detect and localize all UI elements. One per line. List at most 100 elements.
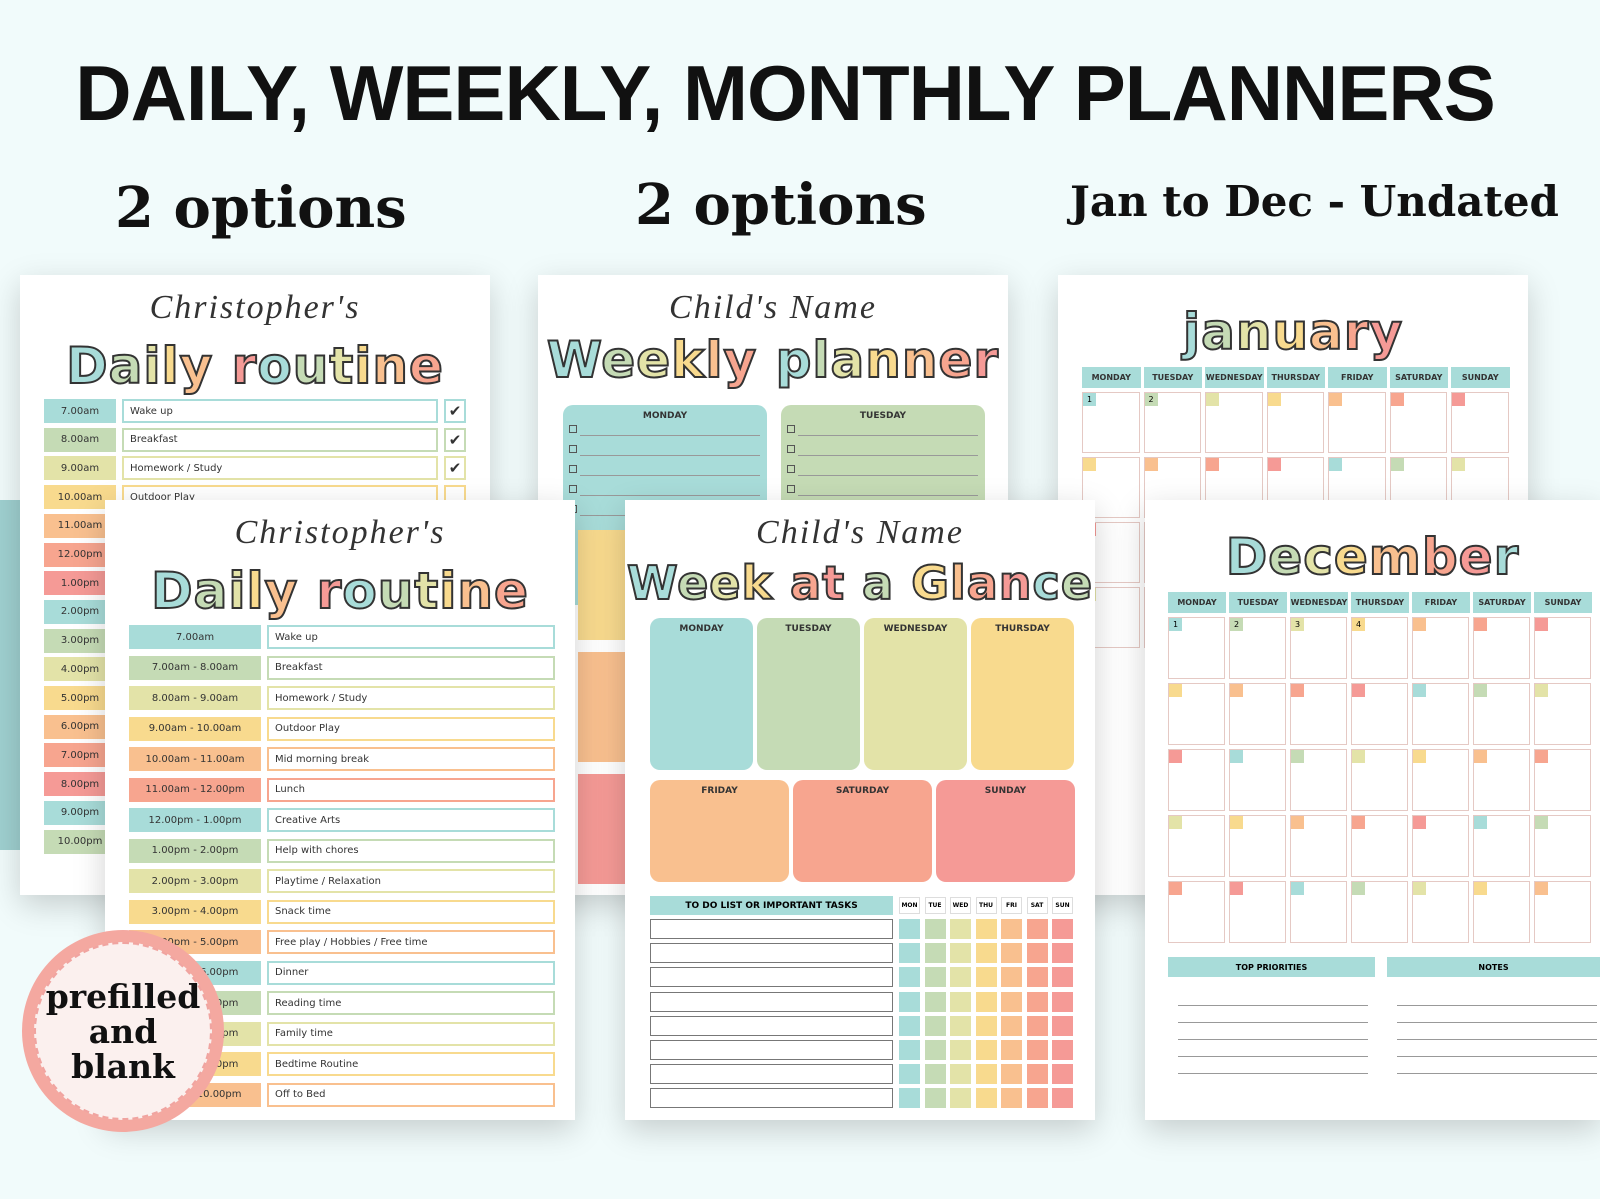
- habit-square[interactable]: [950, 1015, 971, 1036]
- day-cell[interactable]: [1534, 815, 1591, 877]
- day-cell[interactable]: [1266, 392, 1324, 453]
- habit-square[interactable]: [1052, 919, 1073, 939]
- habit-square[interactable]: [1026, 1088, 1048, 1109]
- habit-square[interactable]: [1052, 1088, 1073, 1109]
- habit-square[interactable]: [1001, 967, 1022, 988]
- habit-square[interactable]: [1052, 967, 1073, 988]
- habit-square[interactable]: [975, 991, 997, 1012]
- checkbox[interactable]: ✔: [444, 427, 466, 452]
- habit-square[interactable]: [950, 1040, 971, 1060]
- day-cell[interactable]: [1473, 749, 1530, 811]
- habit-square[interactable]: [1052, 1015, 1073, 1036]
- day-cell[interactable]: [1229, 749, 1286, 811]
- habit-square[interactable]: [899, 943, 920, 964]
- checkbox[interactable]: [569, 425, 577, 433]
- checkbox[interactable]: [787, 445, 795, 453]
- day-cell[interactable]: [1328, 392, 1386, 453]
- habit-square[interactable]: [950, 919, 971, 939]
- habit-square[interactable]: [1026, 967, 1048, 988]
- habit-square[interactable]: [1001, 1088, 1022, 1109]
- day-cell[interactable]: [1290, 815, 1347, 877]
- habit-square[interactable]: [1001, 943, 1022, 964]
- habit-square[interactable]: [899, 919, 920, 939]
- habit-square[interactable]: [1026, 1015, 1048, 1036]
- habit-square[interactable]: [924, 1064, 946, 1085]
- habit-square[interactable]: [975, 919, 997, 939]
- habit-square[interactable]: [899, 1015, 920, 1036]
- habit-square[interactable]: [1026, 943, 1048, 964]
- habit-square[interactable]: [1026, 991, 1048, 1012]
- day-cell[interactable]: [1229, 683, 1286, 745]
- habit-square[interactable]: [975, 1040, 997, 1060]
- day-cell[interactable]: [1412, 881, 1469, 943]
- habit-square[interactable]: [899, 967, 920, 988]
- todo-input[interactable]: [650, 943, 893, 964]
- day-cell[interactable]: [1534, 749, 1591, 811]
- habit-square[interactable]: [924, 943, 946, 964]
- habit-square[interactable]: [975, 967, 997, 988]
- habit-square[interactable]: [899, 1088, 920, 1109]
- habit-square[interactable]: [924, 1040, 946, 1060]
- day-cell[interactable]: [1229, 881, 1286, 943]
- day-cell[interactable]: [1473, 881, 1530, 943]
- todo-input[interactable]: [650, 1040, 893, 1060]
- todo-input[interactable]: [650, 967, 893, 988]
- day-cell[interactable]: [1451, 392, 1509, 453]
- habit-square[interactable]: [924, 967, 946, 988]
- habit-square[interactable]: [950, 943, 971, 964]
- day-cell[interactable]: [1351, 749, 1408, 811]
- habit-square[interactable]: [1026, 1064, 1048, 1085]
- day-cell[interactable]: [1351, 683, 1408, 745]
- habit-square[interactable]: [950, 991, 971, 1012]
- checkbox[interactable]: ✔: [444, 399, 466, 423]
- day-cell[interactable]: [1290, 881, 1347, 943]
- day-cell[interactable]: [1290, 749, 1347, 811]
- checkbox[interactable]: [787, 425, 795, 433]
- habit-square[interactable]: [1026, 919, 1048, 939]
- habit-square[interactable]: [924, 1015, 946, 1036]
- habit-square[interactable]: [1052, 991, 1073, 1012]
- habit-square[interactable]: [975, 1064, 997, 1085]
- habit-square[interactable]: [950, 967, 971, 988]
- day-cell[interactable]: [1290, 683, 1347, 745]
- day-cell[interactable]: [1168, 815, 1225, 877]
- day-cell[interactable]: [1389, 392, 1447, 453]
- day-cell[interactable]: [1473, 617, 1530, 679]
- habit-square[interactable]: [924, 991, 946, 1012]
- day-cell[interactable]: [1534, 617, 1591, 679]
- day-cell[interactable]: 2: [1143, 392, 1201, 453]
- day-cell[interactable]: [1412, 617, 1469, 679]
- habit-square[interactable]: [1001, 919, 1022, 939]
- day-cell[interactable]: [1229, 815, 1286, 877]
- day-cell[interactable]: [1473, 683, 1530, 745]
- habit-square[interactable]: [1052, 943, 1073, 964]
- habit-square[interactable]: [1052, 1040, 1073, 1060]
- day-cell[interactable]: [1412, 749, 1469, 811]
- checkbox[interactable]: [569, 445, 577, 453]
- habit-square[interactable]: [899, 1040, 920, 1060]
- day-cell[interactable]: [1534, 881, 1591, 943]
- habit-square[interactable]: [924, 1088, 946, 1109]
- habit-square[interactable]: [1001, 991, 1022, 1012]
- day-cell[interactable]: [1473, 815, 1530, 877]
- checkbox[interactable]: [787, 485, 795, 493]
- day-cell[interactable]: 1: [1168, 617, 1225, 679]
- day-cell[interactable]: 2: [1229, 617, 1286, 679]
- day-cell[interactable]: [1412, 815, 1469, 877]
- day-cell[interactable]: [1351, 815, 1408, 877]
- checkbox[interactable]: [569, 485, 577, 493]
- habit-square[interactable]: [899, 1064, 920, 1085]
- day-cell[interactable]: [1534, 683, 1591, 745]
- checkbox[interactable]: [569, 465, 577, 473]
- day-cell[interactable]: [1168, 683, 1225, 745]
- habit-square[interactable]: [1001, 1064, 1022, 1085]
- day-cell[interactable]: 1: [1082, 392, 1140, 453]
- checkbox[interactable]: ✔: [444, 456, 466, 481]
- habit-square[interactable]: [924, 919, 946, 939]
- checkbox[interactable]: [787, 465, 795, 473]
- habit-square[interactable]: [975, 943, 997, 964]
- habit-square[interactable]: [950, 1064, 971, 1085]
- todo-input[interactable]: [650, 919, 893, 939]
- todo-input[interactable]: [650, 1064, 893, 1085]
- day-cell[interactable]: [1412, 683, 1469, 745]
